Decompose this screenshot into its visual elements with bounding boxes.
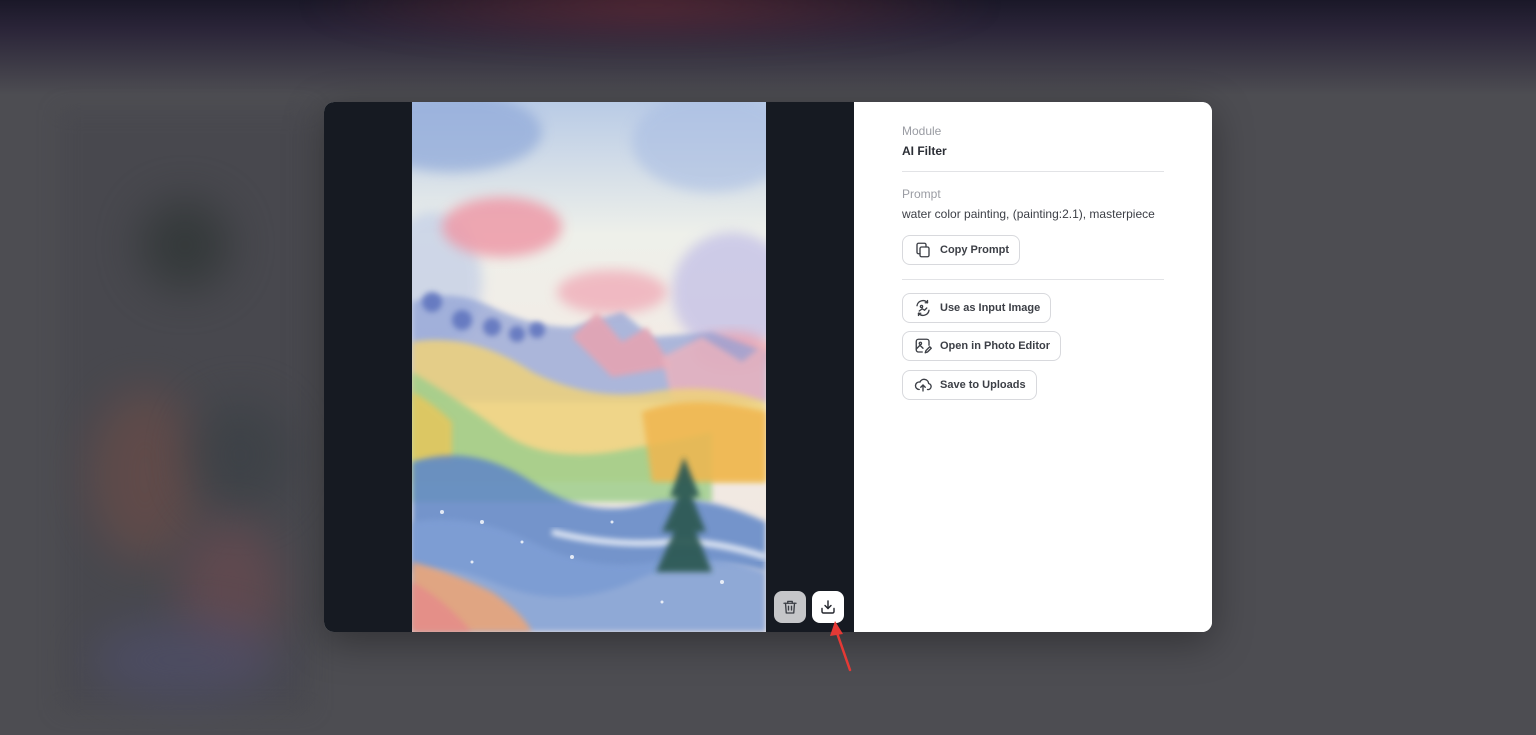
save-to-uploads-button[interactable]: Save to Uploads xyxy=(902,370,1037,400)
use-as-input-image-label: Use as Input Image xyxy=(940,302,1041,314)
trash-icon xyxy=(783,600,797,614)
background-blob xyxy=(140,200,230,290)
use-as-input-image-button[interactable]: Use as Input Image xyxy=(902,293,1052,323)
divider xyxy=(902,171,1164,172)
open-in-photo-editor-button[interactable]: Open in Photo Editor xyxy=(902,331,1061,361)
background-glow xyxy=(300,0,1000,50)
image-details-modal: Module AI Filter Prompt water color pain… xyxy=(324,102,1212,632)
generated-image[interactable] xyxy=(412,102,766,632)
background-blob xyxy=(90,390,200,560)
module-label: Module xyxy=(902,124,942,138)
image-preview-area xyxy=(324,102,854,632)
background-blob xyxy=(90,620,280,700)
prompt-label: Prompt xyxy=(902,187,941,201)
module-value: AI Filter xyxy=(902,144,947,158)
divider xyxy=(902,279,1164,280)
image-info-panel: Module AI Filter Prompt water color pain… xyxy=(854,102,1212,632)
open-in-photo-editor-label: Open in Photo Editor xyxy=(940,340,1050,352)
annotation-arrow-icon xyxy=(830,621,852,672)
delete-button[interactable] xyxy=(774,591,806,623)
download-icon xyxy=(821,600,835,614)
image-edit-icon xyxy=(915,338,932,354)
image-swap-icon xyxy=(916,299,930,317)
copy-prompt-button[interactable]: Copy Prompt xyxy=(902,235,1021,265)
save-to-uploads-label: Save to Uploads xyxy=(940,379,1026,391)
prompt-text: water color painting, (painting:2.1), ma… xyxy=(902,207,1155,221)
copy-icon xyxy=(916,242,930,258)
cloud-upload-icon xyxy=(914,378,932,392)
copy-prompt-label: Copy Prompt xyxy=(940,244,1010,256)
background-blob xyxy=(190,400,290,510)
